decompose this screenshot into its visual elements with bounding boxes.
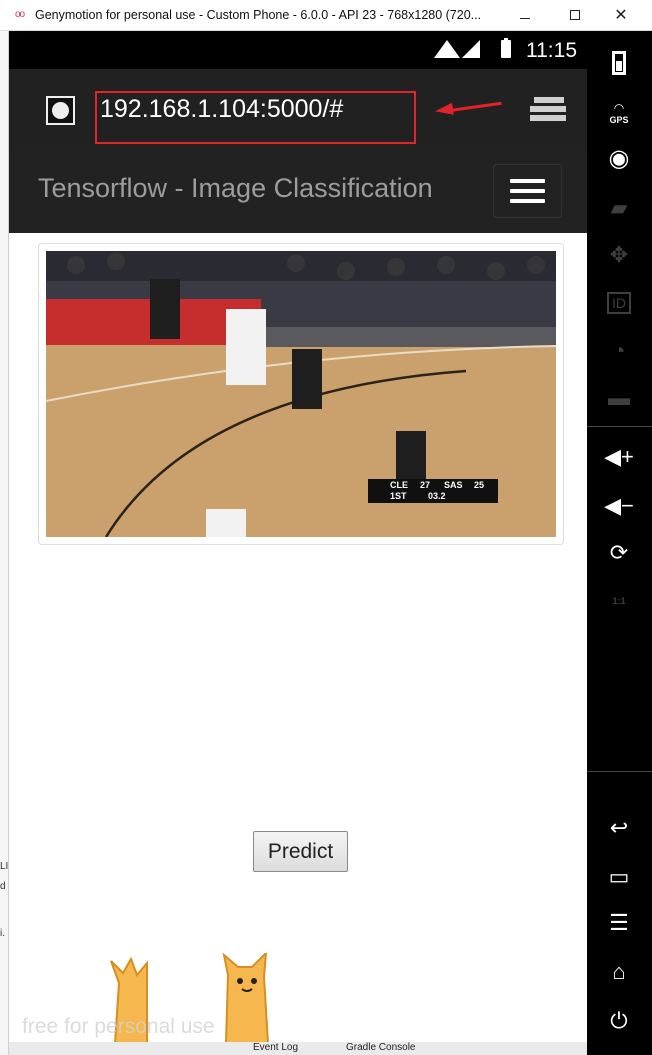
predict-button[interactable]: Predict — [253, 831, 348, 872]
score2: 25 — [474, 480, 485, 490]
image-thumbnail: CLE 27 SAS 25 1ST 03.2 — [38, 243, 564, 545]
webview: Tensorflow - Image Classification CLE 27… — [9, 151, 587, 1042]
url-highlight-box — [95, 91, 416, 144]
genymotion-logo-icon: oo — [15, 9, 25, 20]
minimize-button[interactable] — [510, 4, 540, 26]
host-bottom-bar: Event Log Gradle Console — [9, 1042, 589, 1055]
mascot-cat-image — [222, 953, 269, 1042]
home-icon[interactable]: ⌂ — [599, 952, 639, 992]
team2: SAS — [444, 480, 463, 490]
uploaded-image: CLE 27 SAS 25 1ST 03.2 — [46, 251, 556, 537]
navbar-toggle-button[interactable] — [493, 164, 562, 218]
scoreboard: CLE 27 SAS 25 1ST 03.2 — [368, 479, 498, 503]
window-title: Genymotion for personal use - Custom Pho… — [35, 8, 482, 22]
period: 1ST — [390, 491, 407, 501]
move-icon[interactable]: ✥ — [599, 235, 639, 275]
id-icon[interactable]: ID — [599, 283, 639, 323]
host-fragment: i. — [0, 928, 5, 939]
maximize-icon — [570, 10, 580, 20]
page-title[interactable]: Tensorflow - Image Classification — [38, 173, 433, 204]
window-titlebar: oo Genymotion for personal use - Custom … — [0, 0, 652, 31]
host-fragment: d — [0, 881, 6, 892]
android-status-bar: 11:15 — [9, 31, 587, 69]
rail-divider — [587, 426, 652, 427]
capture-icon[interactable]: ▰ — [599, 188, 639, 228]
game-clock: 03.2 — [428, 491, 446, 501]
host-fragment: LI — [0, 861, 9, 872]
gps-icon[interactable]: ◠ GPS — [599, 93, 639, 133]
hamburger-icon — [510, 179, 545, 183]
status-time: 11:15 — [526, 39, 577, 62]
back-icon[interactable]: ↩ — [599, 808, 639, 848]
recent-apps-icon[interactable]: ▭ — [599, 857, 639, 897]
watermark: free for personal use — [22, 1015, 215, 1038]
wifi-icon — [434, 40, 460, 58]
tabs-icon[interactable] — [530, 97, 568, 125]
signal-icon — [462, 40, 480, 58]
scale-icon[interactable]: 1:1 — [599, 581, 639, 621]
volume-down-icon[interactable]: ◀− — [599, 486, 639, 526]
app-navbar: Tensorflow - Image Classification — [9, 151, 587, 233]
maximize-button[interactable] — [560, 4, 590, 26]
battery-icon — [501, 38, 511, 58]
rotate-icon[interactable]: ⟳ — [599, 533, 639, 573]
gradle-console-tab[interactable]: Gradle Console — [346, 1042, 415, 1053]
rail-divider — [587, 771, 652, 772]
event-log-tab[interactable]: Event Log — [253, 1042, 298, 1053]
power-icon[interactable]: ⏻ — [599, 1001, 639, 1041]
globe-icon[interactable] — [46, 96, 75, 125]
annotation-arrow-head — [434, 102, 454, 118]
sms-icon[interactable]: ▬ — [599, 378, 639, 418]
close-button[interactable]: ✕ — [606, 4, 636, 26]
minimize-icon — [520, 17, 530, 19]
battery-icon[interactable] — [599, 43, 639, 83]
browser-toolbar: 192.168.1.104:5000/# — [9, 69, 587, 151]
team1: CLE — [390, 480, 408, 490]
score1: 27 — [420, 480, 431, 490]
emulator-side-panel: ◠ GPS ◉ ▰ ✥ ID ◔ ▬ ◀+ ◀− ⟳ 1:1 ↩ ▭ ☰ ⌂ ⏻ — [587, 31, 652, 1055]
menu-icon[interactable]: ☰ — [599, 903, 639, 943]
rss-icon[interactable]: ◔ — [599, 331, 639, 371]
host-left-strip: LI d i. — [0, 31, 9, 1055]
webcam-icon[interactable]: ◉ — [599, 138, 639, 178]
gps-label: GPS — [609, 115, 629, 125]
scale-label: 1:1 — [612, 596, 626, 606]
annotation-arrow — [449, 101, 502, 112]
volume-up-icon[interactable]: ◀+ — [599, 437, 639, 477]
